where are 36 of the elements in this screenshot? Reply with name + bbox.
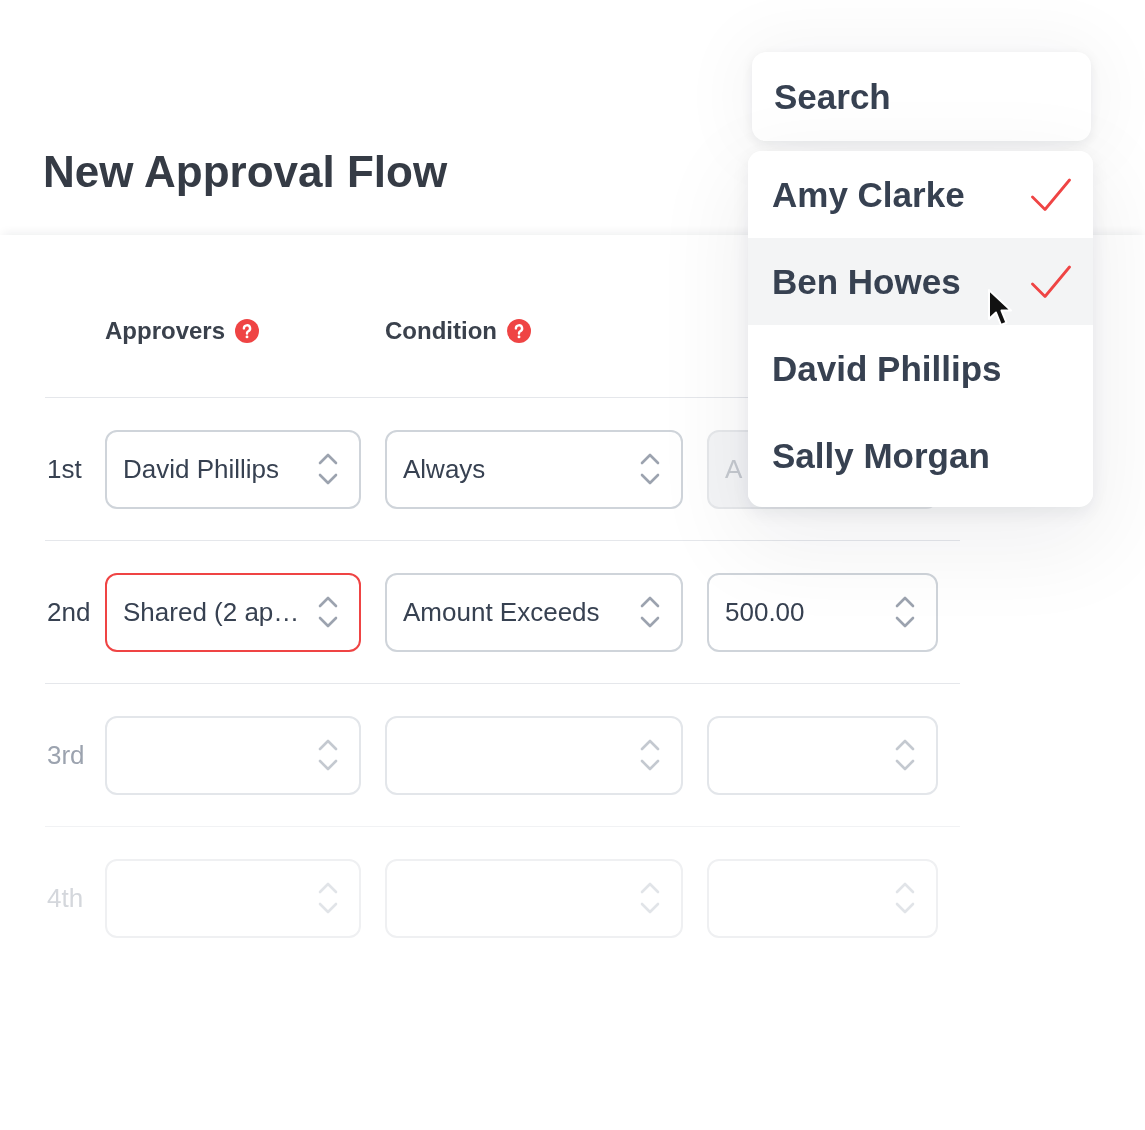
column-header: Condition	[385, 317, 497, 345]
dropdown-option[interactable]: Ben Howes	[748, 238, 1093, 325]
select-field[interactable]: Amount Exceeds	[385, 572, 683, 652]
up-down-chevron-icon	[895, 737, 915, 773]
select-field[interactable]: 500.00	[707, 572, 938, 652]
select-field[interactable]	[105, 858, 361, 938]
up-down-chevron-icon	[318, 880, 338, 916]
up-down-chevron-icon	[895, 594, 915, 630]
select-field[interactable]	[385, 715, 683, 795]
dropdown-option[interactable]: Sally Morgan	[748, 412, 1093, 499]
select-field[interactable]: Shared (2 ap…	[105, 572, 361, 652]
up-down-chevron-icon	[640, 594, 660, 630]
column-header: Approvers	[105, 317, 226, 345]
select-field[interactable]: Always	[385, 429, 683, 509]
page-title: New Approval Flow	[43, 146, 448, 198]
up-down-chevron-icon	[640, 737, 660, 773]
up-down-chevron-icon	[640, 880, 660, 916]
select-field[interactable]	[707, 715, 938, 795]
help-icon[interactable]	[506, 319, 531, 343]
up-down-chevron-icon	[318, 451, 338, 487]
cursor-icon	[987, 288, 1013, 328]
up-down-chevron-icon	[895, 880, 915, 916]
dropdown-option[interactable]: Amy Clarke	[748, 151, 1093, 238]
select-field[interactable]	[105, 715, 361, 795]
up-down-chevron-icon	[318, 594, 338, 630]
select-field[interactable]	[385, 858, 683, 938]
help-icon[interactable]	[235, 319, 260, 343]
up-down-chevron-icon	[640, 451, 660, 487]
row-label: 1st	[47, 454, 82, 484]
select-field[interactable]: David Phillips	[105, 429, 361, 509]
search-field[interactable]: Search	[752, 52, 1091, 141]
row-label: 3rd	[47, 740, 85, 770]
up-down-chevron-icon	[318, 737, 338, 773]
dropdown-option[interactable]: David Phillips	[748, 325, 1093, 412]
row-label: 2nd	[47, 597, 91, 627]
select-field[interactable]	[707, 858, 938, 938]
